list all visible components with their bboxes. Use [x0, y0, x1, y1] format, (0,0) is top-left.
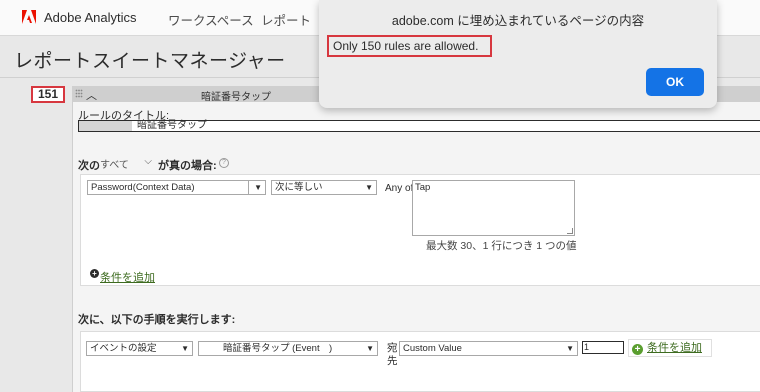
action-type-value: イベントの設定	[90, 343, 157, 354]
variable-select-value: Password(Context Data)	[91, 182, 195, 193]
add-condition-link[interactable]: + 条件を追加	[90, 269, 155, 285]
operator-select[interactable]: 次に等しい ▼	[271, 180, 377, 195]
rule-header-title: 暗証番号タップ	[201, 92, 271, 103]
caret-down-icon: ▼	[366, 344, 374, 353]
plus-circle-icon: +	[90, 269, 99, 278]
caret-down-icon: ▼	[566, 344, 574, 353]
condition-suffix: が真の場合:	[158, 160, 217, 172]
caret-down-icon: ▼	[181, 344, 189, 353]
event-select-close: )	[329, 343, 333, 354]
condition-box: Password(Context Data) ▼ 次に等しい ▼ Any of …	[80, 174, 760, 375]
drag-handle-icon[interactable]	[75, 89, 83, 98]
values-textarea[interactable]: Tap	[412, 180, 575, 236]
event-select-value: 暗証番号タップ (Event	[223, 343, 320, 354]
chevron-down-icon: ⌵	[144, 156, 152, 167]
event-select[interactable]: 暗証番号タップ (Event ) ▼	[198, 341, 378, 356]
resize-handle-icon[interactable]	[567, 228, 573, 234]
ok-button[interactable]: OK	[646, 68, 704, 96]
chevron-up-icon[interactable]: ︿	[86, 87, 97, 103]
operator-select-value: 次に等しい	[275, 182, 323, 193]
condition-prefix: 次の	[78, 160, 100, 172]
destination-label: 宛先	[387, 342, 398, 367]
rule-title-input[interactable]: 暗証番号タップ	[78, 120, 760, 132]
dialog-message: Only 150 rules are allowed.	[327, 35, 492, 57]
help-icon[interactable]: ?	[219, 158, 229, 168]
action-box: イベントの設定 ▼ 暗証番号タップ (Event ) ▼ 宛先 Custom V…	[80, 331, 760, 392]
match-select[interactable]: すべて ⌵	[100, 156, 154, 171]
adobe-logo-icon	[22, 10, 36, 24]
redacted-block	[79, 121, 132, 131]
rule-title-value: 暗証番号タップ	[137, 120, 207, 131]
variable-select-arrow[interactable]: ▼	[248, 180, 266, 195]
app-brand[interactable]: Adobe Analytics	[44, 10, 137, 25]
nav-workspace[interactable]: ワークスペース	[168, 10, 254, 29]
custom-value-input[interactable]: 1	[582, 341, 624, 354]
add-condition-label: 条件を追加	[647, 342, 702, 354]
plus-circle-icon: +	[632, 344, 643, 355]
match-select-value: すべて	[100, 160, 129, 171]
values-text: Tap	[415, 182, 431, 193]
add-condition-button[interactable]: + 条件を追加	[628, 339, 712, 357]
alert-dialog: adobe.com に埋め込まれているページの内容 Only 150 rules…	[319, 0, 717, 108]
custom-value: 1	[584, 342, 590, 352]
page-title: レポートスイートマネージャー	[14, 51, 286, 72]
nav-reports[interactable]: レポート	[261, 10, 311, 29]
caret-down-icon: ▼	[365, 183, 373, 192]
add-condition-label: 条件を追加	[100, 272, 155, 284]
values-hint: 最大数 30、1 行につき 1 つの値	[426, 240, 577, 252]
rule-panel: ︿ 暗証番号タップ ルールのタイトル: 暗証番号タップ 次の すべて ⌵ が真の…	[72, 86, 760, 392]
value-type-select[interactable]: Custom Value ▼	[399, 341, 578, 356]
caret-down-icon: ▼	[254, 183, 262, 192]
dialog-title: adobe.com に埋め込まれているページの内容	[391, 14, 645, 28]
value-type-value: Custom Value	[403, 343, 462, 354]
action-type-select[interactable]: イベントの設定 ▼	[86, 341, 193, 356]
any-of-label: Any of	[385, 183, 414, 194]
action-label: 次に、以下の手順を実行します:	[78, 314, 236, 326]
rule-number: 151	[31, 86, 65, 103]
variable-select[interactable]: Password(Context Data)	[87, 180, 266, 195]
